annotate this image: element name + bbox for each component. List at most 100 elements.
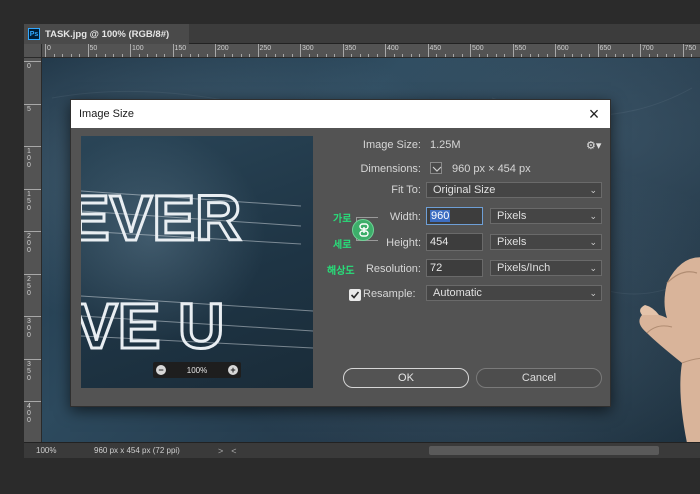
resolution-label: Resolution: <box>365 263 421 275</box>
ruler-tick <box>470 44 471 57</box>
ruler-tick-label: 3 5 0 <box>27 360 31 382</box>
height-value: 454 <box>430 236 449 248</box>
annotation-width-korean: 가로 <box>333 214 352 225</box>
zoom-in-icon[interactable]: + <box>228 365 238 375</box>
height-unit-value: Pixels <box>497 236 527 248</box>
ruler-tick-label: 600 <box>557 45 569 52</box>
status-arrow-icon[interactable]: > <box>218 446 223 456</box>
ruler-tick-label: 2 5 0 <box>27 275 31 297</box>
ruler-tick-label: 650 <box>599 45 612 52</box>
fit-to-select[interactable]: Original Size ⌄ <box>426 182 602 198</box>
ruler-tick-label: 0 <box>27 63 31 70</box>
ruler-tick-label: 1 5 0 <box>27 190 31 212</box>
preview-zoom-control: − 100% + <box>153 362 241 378</box>
dialog-title: Image Size <box>79 108 135 120</box>
ruler-tick <box>130 44 131 57</box>
photoshop-window: Ps TASK.jpg @ 100% (RGB/8#) 0 50 100 150 200… <box>0 0 700 494</box>
ruler-tick-label: 300 <box>302 45 314 52</box>
image-preview[interactable]: EVER VE U − 100% + <box>81 136 313 388</box>
ruler-tick <box>24 188 41 190</box>
resample-value: Automatic <box>433 287 482 299</box>
ruler-tick-label: 2 0 0 <box>27 233 31 254</box>
dialog-titlebar[interactable]: Image Size × <box>71 100 610 128</box>
ruler-tick <box>24 401 41 402</box>
image-size-dialog: Image Size × EVER VE U − 100% + Image Si… <box>70 99 611 407</box>
ruler-tick <box>24 103 41 105</box>
ruler-tick <box>45 44 46 57</box>
width-value: 960 <box>430 210 451 222</box>
ruler-tick <box>257 44 259 57</box>
close-icon[interactable]: × <box>584 104 604 124</box>
width-unit-select[interactable]: Pixels ⌄ <box>490 208 602 224</box>
ruler-tick-label: 400 <box>387 45 399 52</box>
annotation-height-korean: 세로 <box>333 240 352 251</box>
zoom-out-icon[interactable]: − <box>156 365 166 375</box>
document-tab-bar: Ps TASK.jpg @ 100% (RGB/8#) <box>24 24 700 44</box>
resolution-unit-value: Pixels/Inch <box>497 262 551 274</box>
ruler-tick <box>24 231 41 232</box>
height-unit-select[interactable]: Pixels ⌄ <box>490 234 602 250</box>
status-zoom[interactable]: 100% <box>24 446 64 455</box>
ruler-tick-label: 0 <box>47 45 51 52</box>
horizontal-scrollbar[interactable] <box>429 446 659 455</box>
ruler-tick-label: 200 <box>217 45 229 52</box>
document-tab-label: TASK.jpg @ 100% (RGB/8#) <box>45 28 170 40</box>
ruler-tick <box>640 44 641 57</box>
fit-to-label: Fit To: <box>391 184 421 196</box>
height-label: Height: <box>386 237 421 249</box>
ruler-tick <box>24 358 41 360</box>
ruler-corner[interactable] <box>24 44 42 58</box>
ruler-tick <box>300 44 301 57</box>
ruler-tick <box>24 273 41 275</box>
ruler-tick-label: 5 <box>27 105 31 113</box>
ruler-tick <box>597 44 599 57</box>
ruler-tick-label: 700 <box>642 45 654 52</box>
ruler-tick-label: 3 0 0 <box>27 318 31 339</box>
dimensions-dropdown-icon[interactable] <box>430 162 442 174</box>
ruler-tick <box>24 316 41 317</box>
image-size-value: 1.25M <box>430 139 461 151</box>
ruler-tick-label: 1 0 0 <box>27 148 31 169</box>
document-tab[interactable]: Ps TASK.jpg @ 100% (RGB/8#) <box>24 24 189 44</box>
resample-checkbox[interactable] <box>349 289 361 301</box>
resample-label: Resample: <box>363 288 416 300</box>
photoshop-app-icon: Ps <box>28 28 40 40</box>
ruler-tick-label: 550 <box>514 45 527 52</box>
ruler-tick <box>172 44 174 57</box>
ok-button[interactable]: OK <box>343 368 469 388</box>
resolution-value: 72 <box>430 262 443 274</box>
ruler-tick-label: 50 <box>89 45 98 52</box>
chevron-down-icon: ⌄ <box>589 237 597 247</box>
ruler-tick <box>87 44 89 57</box>
width-label: Width: <box>389 211 421 223</box>
ruler-tick <box>24 61 41 62</box>
ruler-tick-label: 500 <box>472 45 484 52</box>
status-document-info[interactable]: 960 px x 454 px (72 ppi) <box>94 446 214 455</box>
width-input[interactable]: 960 <box>426 207 483 225</box>
ruler-tick <box>427 44 429 57</box>
ruler-tick <box>24 146 41 147</box>
cancel-button[interactable]: Cancel <box>476 368 602 388</box>
image-size-label: Image Size: <box>362 139 421 151</box>
settings-gear-icon[interactable]: ⚙▾ <box>586 139 601 152</box>
ruler-tick-label: 450 <box>429 45 442 52</box>
status-bar: 100% 960 px x 454 px (72 ppi) > < <box>24 442 700 458</box>
ruler-tick <box>215 44 216 57</box>
horizontal-ruler[interactable]: 0 50 100 150 200 250 300 350 400 450 500 550 600 650 7… <box>42 44 700 58</box>
vertical-ruler[interactable]: 0 5 1 0 0 1 5 0 2 0 0 2 5 0 3 0 0 3 5 0 4 0 0 <box>24 58 42 442</box>
width-unit-value: Pixels <box>497 210 527 222</box>
ruler-tick <box>682 44 684 57</box>
chevron-down-icon: ⌄ <box>589 288 597 298</box>
resolution-unit-select[interactable]: Pixels/Inch ⌄ <box>490 260 602 276</box>
resample-select[interactable]: Automatic ⌄ <box>426 285 602 301</box>
ruler-tick-label: 350 <box>344 45 357 52</box>
status-arrow-left-icon[interactable]: < <box>231 446 236 456</box>
dimensions-label: Dimensions: <box>360 163 421 175</box>
preview-chalk-text: EVER VE U <box>81 181 313 364</box>
ruler-tick <box>342 44 344 57</box>
ruler-tick-label: 750 <box>684 45 697 52</box>
height-input[interactable]: 454 <box>426 233 483 251</box>
hand-image <box>639 257 700 442</box>
ruler-tick-label: 4 0 0 <box>27 403 31 424</box>
resolution-input[interactable]: 72 <box>426 259 483 277</box>
